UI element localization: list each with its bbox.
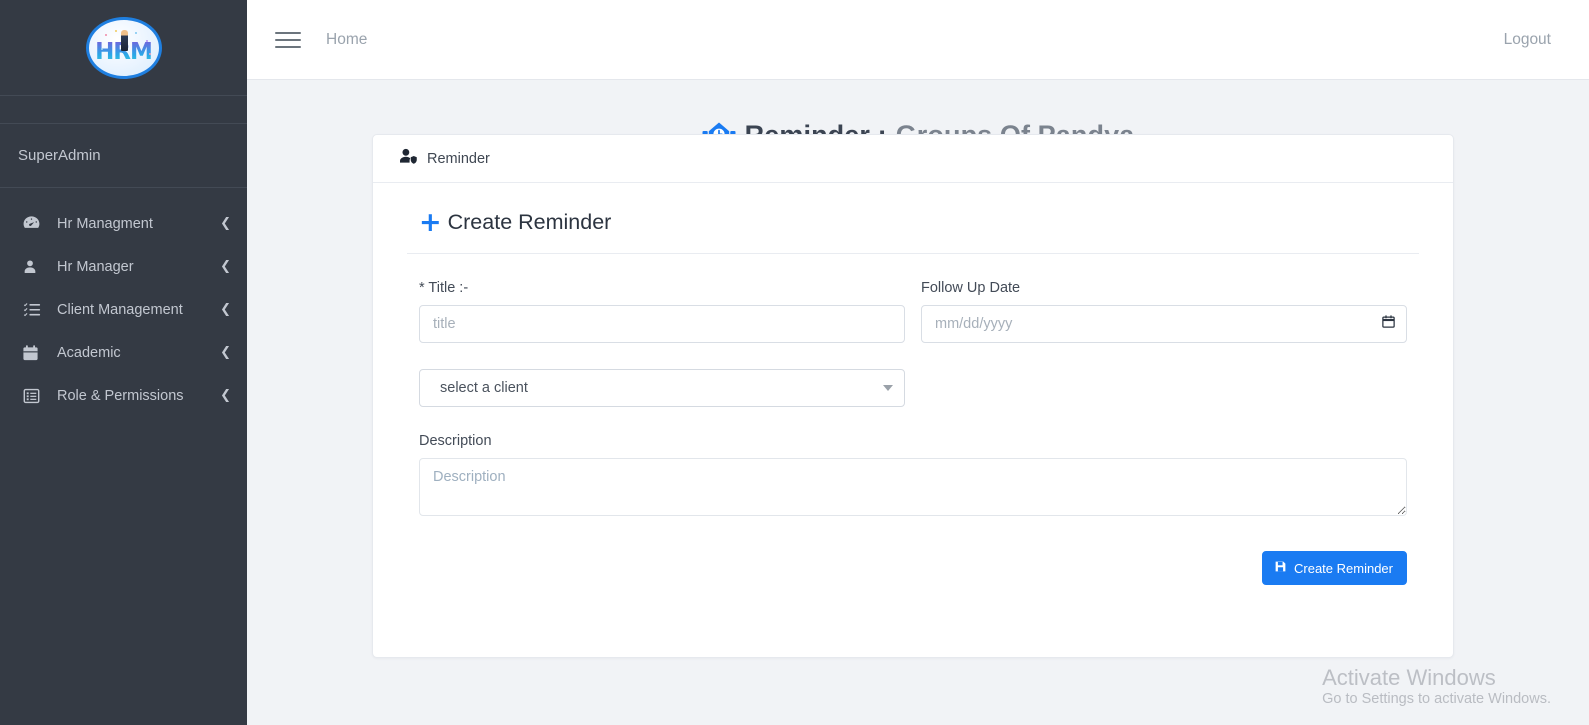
description-label: Description — [419, 433, 492, 449]
hamburger-bar — [275, 45, 301, 48]
user-icon — [22, 258, 46, 276]
calendar-icon — [22, 344, 46, 362]
form-row-description: Description — [407, 433, 1419, 521]
sidebar-user-role-label: SuperAdmin — [18, 147, 101, 164]
card-body: + Create Reminder * Title :- Follow Up D… — [373, 183, 1453, 585]
client-select-wrapper: select a client — [419, 369, 905, 407]
create-reminder-form: * Title :- Follow Up Date — [407, 280, 1419, 585]
field-group-title: * Title :- — [419, 280, 905, 343]
sidebar-item-role-permissions[interactable]: Role & Permissions ❮ — [0, 374, 247, 417]
sidebar-item-label: Client Management — [57, 301, 183, 318]
hrm-logo-icon: HRM — [85, 16, 162, 79]
breadcrumb-home[interactable]: Home — [326, 31, 367, 49]
top-navbar: Home Logout — [247, 0, 1589, 80]
chevron-left-icon: ❮ — [220, 388, 231, 403]
list-alt-icon — [22, 387, 46, 405]
field-group-client: select a client — [419, 369, 905, 407]
plus-icon: + — [419, 206, 442, 238]
logo-person-figure — [120, 29, 128, 51]
logout-button[interactable]: Logout — [1504, 31, 1551, 48]
sidebar-item-label: Hr Manager — [57, 258, 134, 275]
chevron-left-icon: ❮ — [220, 345, 231, 360]
watermark-title: Activate Windows — [1322, 664, 1496, 690]
client-select-value: select a client — [440, 380, 528, 396]
chevron-left-icon: ❮ — [220, 259, 231, 274]
user-shield-icon — [399, 148, 418, 170]
topbar-right-group: Logout — [1504, 31, 1551, 49]
section-title-row: + Create Reminder — [407, 205, 1419, 254]
date-input-wrapper — [921, 305, 1407, 343]
sidebar-user-role: SuperAdmin — [0, 124, 247, 188]
card-header: Reminder — [373, 135, 1453, 183]
brand-logo-area[interactable]: HRM — [0, 0, 247, 96]
sidebar-nav: Hr Managment ❮ Hr Manager ❮ Client Manag… — [0, 188, 247, 417]
title-input[interactable] — [419, 305, 905, 343]
client-select[interactable]: select a client — [419, 369, 905, 407]
sidebar-item-label: Hr Managment — [57, 215, 153, 232]
sidebar-item-client-management[interactable]: Client Management ❮ — [0, 288, 247, 331]
form-row-title-date: * Title :- Follow Up Date — [407, 280, 1419, 343]
reminder-card: Reminder + Create Reminder * Title :- Fo… — [372, 134, 1454, 658]
windows-activation-watermark: Activate Windows Go to Settings to activ… — [1322, 664, 1551, 708]
section-title-label: Create Reminder — [447, 210, 612, 234]
save-icon — [1274, 560, 1287, 576]
followup-date-label: Follow Up Date — [921, 280, 1021, 296]
sidebar-item-hr-managment[interactable]: Hr Managment ❮ — [0, 202, 247, 245]
sidebar-item-label: Academic — [57, 344, 121, 361]
sidebar-item-hr-manager[interactable]: Hr Manager ❮ — [0, 245, 247, 288]
main-content: Home Logout Reminder : Groups Of Pandya — [247, 0, 1589, 725]
form-actions: Create Reminder — [407, 551, 1419, 585]
card-header-label: Reminder — [427, 150, 490, 167]
sidebar-item-label: Role & Permissions — [57, 387, 184, 404]
followup-date-input[interactable] — [921, 305, 1407, 343]
title-label: * Title :- — [419, 280, 469, 296]
sidebar-item-academic[interactable]: Academic ❮ — [0, 331, 247, 374]
hamburger-bar — [275, 31, 301, 34]
watermark-subtitle: Go to Settings to activate Windows. — [1322, 691, 1551, 707]
app-root: HRM SuperAdmin Hr Managment ❮ Hr Manager… — [0, 0, 1589, 725]
create-reminder-button-label: Create Reminder — [1294, 560, 1393, 576]
dashboard-icon — [22, 215, 46, 233]
chevron-left-icon: ❮ — [220, 302, 231, 317]
description-textarea[interactable] — [419, 458, 1407, 516]
hamburger-icon[interactable] — [275, 27, 301, 53]
create-reminder-button[interactable]: Create Reminder — [1262, 551, 1407, 585]
hamburger-bar — [275, 38, 301, 41]
tasks-list-icon — [22, 301, 46, 319]
sidebar-divider — [0, 96, 247, 124]
chevron-left-icon: ❮ — [220, 216, 231, 231]
field-group-followup-date: Follow Up Date — [921, 280, 1407, 343]
sidebar: HRM SuperAdmin Hr Managment ❮ Hr Manager… — [0, 0, 247, 725]
form-row-client-select: select a client — [407, 369, 1419, 407]
